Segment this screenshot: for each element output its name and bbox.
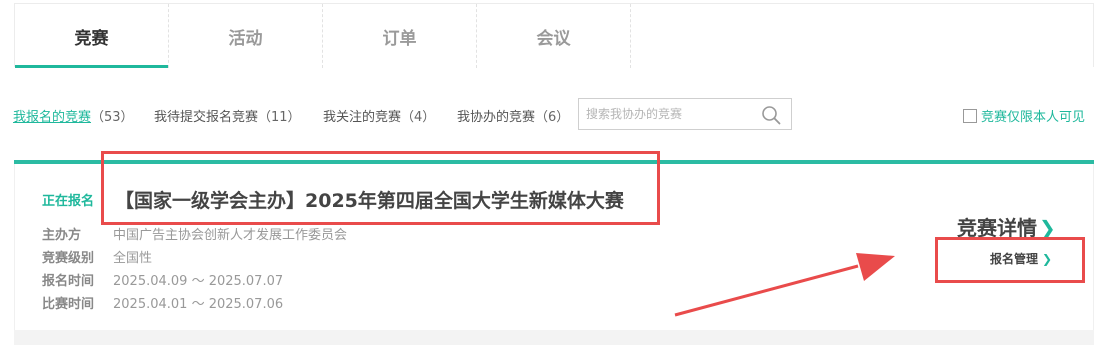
tab-competition[interactable]: 竞赛 [15, 4, 169, 68]
filter-label: 我待提交报名竞赛 [154, 110, 259, 125]
tab-label: 竞赛 [74, 28, 109, 49]
only-me-visible-toggle[interactable]: 竞赛仅限本人可见 [963, 106, 1085, 125]
organizer-row: 主办方 中国广告主协会创新人才发展工作委员会 [42, 224, 347, 243]
tab-label: 订单 [382, 28, 417, 49]
level-row: 竞赛级别 全国性 [42, 247, 152, 266]
competition-title[interactable]: 【国家一级学会主办】2025年第四届全国大学生新媒体大赛 [115, 186, 624, 213]
checkbox-icon[interactable] [963, 108, 977, 123]
level-key: 竞赛级别 [42, 251, 95, 266]
tab-activity[interactable]: 活动 [169, 4, 323, 68]
filter-label: 我关注的竞赛 [323, 110, 402, 125]
filter-label: 我协办的竞赛 [457, 110, 536, 125]
filter-registered[interactable]: 我报名的竞赛（53） [13, 106, 134, 125]
organizer-value: 中国广告主协会创新人才发展工作委员会 [113, 228, 348, 243]
signup-time-row: 报名时间 2025.04.09 ～ 2025.07.07 [42, 270, 283, 289]
filter-count: （6） [535, 110, 570, 125]
search-icon[interactable] [761, 105, 781, 125]
registration-manage-button[interactable]: 报名管理 ❯ [990, 250, 1052, 267]
organizer-key: 主办方 [42, 228, 82, 243]
detail-label: 竞赛详情 [957, 216, 1037, 240]
filter-pending-submit[interactable]: 我待提交报名竞赛（11） [154, 106, 301, 125]
chevron-right-icon: ❯ [1042, 252, 1053, 266]
search-input[interactable] [579, 99, 755, 129]
filter-followed[interactable]: 我关注的竞赛（4） [323, 106, 435, 125]
tab-label: 活动 [228, 28, 263, 49]
filter-label: 我报名的竞赛 [13, 110, 92, 125]
search-box [578, 98, 792, 130]
match-time-key: 比赛时间 [42, 297, 95, 312]
competition-card: 正在报名 【国家一级学会主办】2025年第四届全国大学生新媒体大赛 主办方 中国广… [14, 164, 1094, 334]
level-value: 全国性 [113, 251, 153, 266]
filter-count: （53） [91, 110, 134, 125]
tab-meetings[interactable]: 会议 [477, 4, 631, 68]
manage-label: 报名管理 [990, 252, 1039, 266]
status-badge: 正在报名 [42, 194, 95, 209]
chevron-right-icon: ❯ [1039, 216, 1056, 240]
competition-detail-button[interactable]: 竞赛详情 ❯ [957, 212, 1056, 241]
tab-orders[interactable]: 订单 [323, 4, 477, 68]
filter-co-organized[interactable]: 我协办的竞赛（6） [457, 106, 569, 125]
match-time-row: 比赛时间 2025.04.01 ～ 2025.07.06 [42, 293, 283, 312]
only-me-label: 竞赛仅限本人可见 [981, 110, 1086, 125]
match-time-value: 2025.04.01 ～ 2025.07.06 [113, 297, 284, 312]
filter-count: （11） [258, 110, 301, 125]
signup-time-key: 报名时间 [42, 274, 95, 289]
tab-label: 会议 [536, 28, 571, 49]
signup-time-value: 2025.04.09 ～ 2025.07.07 [113, 274, 284, 289]
main-tabs: 竞赛 活动 订单 会议 [14, 3, 1094, 68]
filter-count: （4） [401, 110, 436, 125]
filter-bar: 我报名的竞赛（53） 我待提交报名竞赛（11） 我关注的竞赛（4） 我协办的竞赛… [13, 98, 1095, 130]
card-footer-strip [14, 330, 1094, 345]
